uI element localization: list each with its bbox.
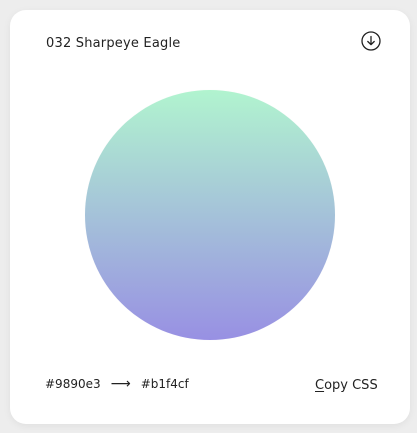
gradient-from-color: #9890e3 xyxy=(45,377,101,391)
arrow-right-icon: ⟶ xyxy=(110,376,131,392)
copy-css-button[interactable]: Copy CSS xyxy=(315,378,378,393)
gradient-card: 032 Sharpeye Eagle #9890e3 ⟶ #b1f4cf Cop… xyxy=(10,10,410,424)
download-icon xyxy=(361,31,381,51)
gradient-codes: #9890e3 ⟶ #b1f4cf xyxy=(45,375,189,393)
gradient-swatch xyxy=(85,90,335,340)
gradient-title: 032 Sharpeye Eagle xyxy=(46,36,181,51)
gradient-to-color: #b1f4cf xyxy=(140,377,189,391)
download-button[interactable] xyxy=(361,31,381,51)
copy-css-label-first: C xyxy=(315,378,325,393)
copy-css-label-rest: opy CSS xyxy=(324,378,378,393)
